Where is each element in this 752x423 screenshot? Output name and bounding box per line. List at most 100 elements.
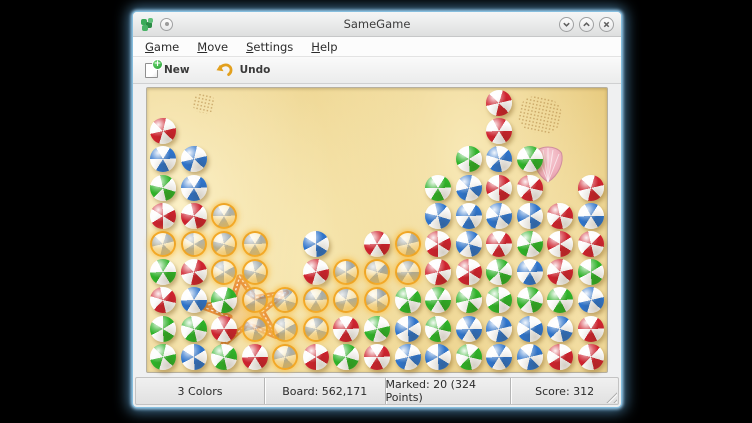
marked-ball[interactable] — [364, 259, 390, 285]
red-ball[interactable] — [425, 231, 451, 257]
red-ball[interactable] — [150, 203, 176, 229]
green-ball[interactable] — [517, 146, 543, 172]
menu-help[interactable]: Help — [303, 38, 345, 56]
red-ball[interactable] — [486, 118, 512, 144]
blue-ball[interactable] — [181, 175, 207, 201]
red-ball[interactable] — [303, 259, 329, 285]
green-ball[interactable] — [517, 287, 543, 313]
app-icon[interactable] — [140, 17, 155, 32]
new-game-button[interactable]: + New — [139, 61, 196, 80]
marked-ball[interactable] — [395, 259, 421, 285]
green-ball[interactable] — [486, 259, 512, 285]
blue-ball[interactable] — [303, 231, 329, 257]
red-ball[interactable] — [486, 231, 512, 257]
blue-ball[interactable] — [486, 316, 512, 342]
blue-ball[interactable] — [150, 146, 176, 172]
green-ball[interactable] — [150, 344, 176, 370]
marked-ball[interactable] — [303, 316, 329, 342]
blue-ball[interactable] — [486, 344, 512, 370]
blue-ball[interactable] — [517, 316, 543, 342]
green-ball[interactable] — [395, 287, 421, 313]
blue-ball[interactable] — [517, 344, 543, 370]
red-ball[interactable] — [578, 175, 604, 201]
shade-button[interactable] — [160, 18, 173, 31]
green-ball[interactable] — [578, 259, 604, 285]
red-ball[interactable] — [242, 344, 268, 370]
green-ball[interactable] — [211, 344, 237, 370]
green-ball[interactable] — [456, 146, 482, 172]
marked-ball[interactable] — [395, 231, 421, 257]
green-ball[interactable] — [456, 287, 482, 313]
green-ball[interactable] — [425, 316, 451, 342]
marked-ball[interactable] — [242, 287, 268, 313]
red-ball[interactable] — [547, 203, 573, 229]
green-ball[interactable] — [425, 175, 451, 201]
menu-move[interactable]: Move — [189, 38, 236, 56]
red-ball[interactable] — [364, 344, 390, 370]
green-ball[interactable] — [150, 175, 176, 201]
blue-ball[interactable] — [486, 146, 512, 172]
blue-ball[interactable] — [486, 203, 512, 229]
blue-ball[interactable] — [181, 344, 207, 370]
green-ball[interactable] — [486, 287, 512, 313]
blue-ball[interactable] — [456, 316, 482, 342]
marked-ball[interactable] — [333, 259, 359, 285]
green-ball[interactable] — [456, 344, 482, 370]
marked-ball[interactable] — [364, 287, 390, 313]
red-ball[interactable] — [150, 118, 176, 144]
blue-ball[interactable] — [395, 316, 421, 342]
marked-ball[interactable] — [242, 231, 268, 257]
blue-ball[interactable] — [517, 259, 543, 285]
red-ball[interactable] — [547, 344, 573, 370]
marked-ball[interactable] — [303, 287, 329, 313]
marked-ball[interactable] — [272, 316, 298, 342]
marked-ball[interactable] — [211, 203, 237, 229]
red-ball[interactable] — [486, 175, 512, 201]
blue-ball[interactable] — [456, 203, 482, 229]
green-ball[interactable] — [364, 316, 390, 342]
red-ball[interactable] — [150, 287, 176, 313]
green-ball[interactable] — [517, 231, 543, 257]
red-ball[interactable] — [486, 90, 512, 116]
menu-settings[interactable]: Settings — [238, 38, 301, 56]
green-ball[interactable] — [181, 316, 207, 342]
red-ball[interactable] — [547, 231, 573, 257]
blue-ball[interactable] — [395, 344, 421, 370]
blue-ball[interactable] — [181, 287, 207, 313]
blue-ball[interactable] — [456, 231, 482, 257]
red-ball[interactable] — [181, 203, 207, 229]
maximize-button[interactable] — [579, 17, 594, 32]
green-ball[interactable] — [150, 259, 176, 285]
red-ball[interactable] — [211, 316, 237, 342]
marked-ball[interactable] — [211, 231, 237, 257]
menu-game[interactable]: Game — [137, 38, 187, 56]
close-button[interactable] — [599, 17, 614, 32]
blue-ball[interactable] — [547, 316, 573, 342]
red-ball[interactable] — [364, 231, 390, 257]
red-ball[interactable] — [578, 231, 604, 257]
marked-ball[interactable] — [333, 287, 359, 313]
green-ball[interactable] — [547, 287, 573, 313]
red-ball[interactable] — [425, 259, 451, 285]
undo-button[interactable]: Undo — [210, 60, 277, 80]
red-ball[interactable] — [547, 259, 573, 285]
green-ball[interactable] — [425, 287, 451, 313]
red-ball[interactable] — [517, 175, 543, 201]
red-ball[interactable] — [578, 316, 604, 342]
blue-ball[interactable] — [456, 175, 482, 201]
marked-ball[interactable] — [181, 231, 207, 257]
blue-ball[interactable] — [425, 203, 451, 229]
red-ball[interactable] — [181, 259, 207, 285]
marked-ball[interactable] — [272, 287, 298, 313]
red-ball[interactable] — [456, 259, 482, 285]
marked-ball[interactable] — [242, 259, 268, 285]
blue-ball[interactable] — [578, 203, 604, 229]
red-ball[interactable] — [303, 344, 329, 370]
green-ball[interactable] — [333, 344, 359, 370]
green-ball[interactable] — [211, 287, 237, 313]
red-ball[interactable] — [578, 344, 604, 370]
red-ball[interactable] — [333, 316, 359, 342]
marked-ball[interactable] — [211, 259, 237, 285]
marked-ball[interactable] — [150, 231, 176, 257]
green-ball[interactable] — [150, 316, 176, 342]
